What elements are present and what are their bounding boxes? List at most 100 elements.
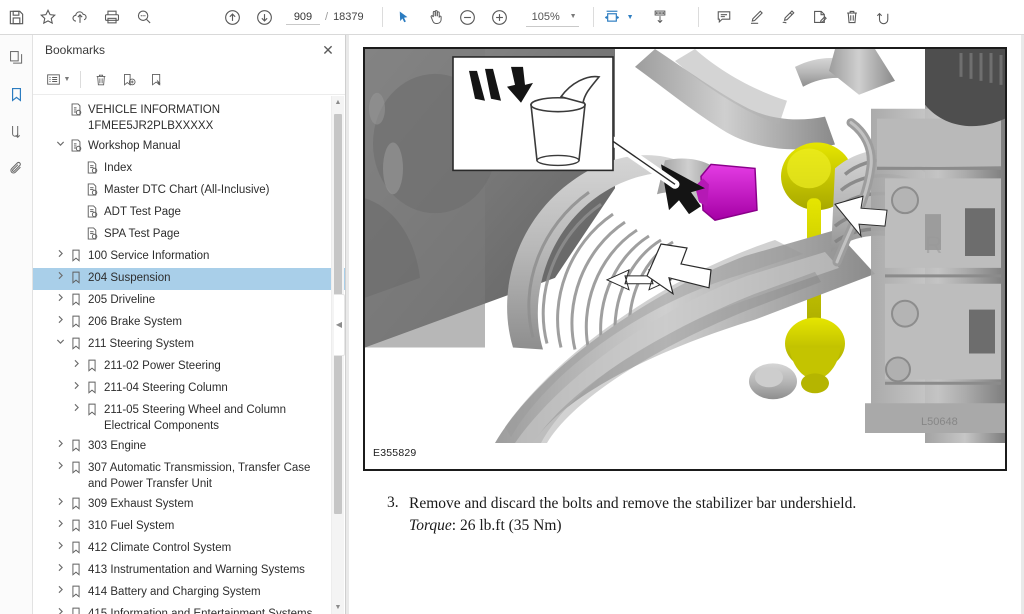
chevron-right-icon[interactable]	[53, 540, 67, 550]
edit-bookmark-button[interactable]	[144, 68, 170, 92]
bookmark-label: 309 Exhaust System	[88, 498, 194, 510]
scroll-mode-icon[interactable]	[644, 2, 676, 32]
chevron-right-icon[interactable]	[53, 438, 67, 448]
bookmark-item[interactable]: 211-04 Steering Column	[33, 378, 345, 400]
fit-page-icon[interactable]	[599, 2, 625, 32]
bookmark-label: 412 Climate Control System	[88, 542, 232, 554]
chevron-down-icon[interactable]	[53, 138, 67, 148]
page-number-input[interactable]	[286, 9, 320, 25]
toolbar-divider-2	[592, 7, 594, 27]
save-icon[interactable]	[0, 2, 32, 32]
fit-page-chevron-icon[interactable]: ▼	[627, 14, 634, 21]
bookmark-item[interactable]: ADT Test Page	[33, 202, 345, 224]
sidebar-signature[interactable]	[3, 118, 29, 144]
cloud-upload-icon[interactable]	[64, 2, 96, 32]
document-viewer[interactable]: L50648 R E355829 3. Remove and discard t…	[346, 35, 1024, 614]
zoom-out-icon[interactable]	[452, 2, 484, 32]
link-bookmark-icon	[83, 204, 101, 218]
bookmark-item[interactable]: 414 Battery and Charging System	[33, 582, 345, 604]
chevron-right-icon[interactable]	[53, 314, 67, 324]
bookmark-icon	[67, 562, 85, 576]
bookmark-item[interactable]: 307 Automatic Transmission, Transfer Cas…	[33, 458, 345, 494]
undo-icon[interactable]	[868, 2, 900, 32]
toolbar-divider-3	[697, 7, 699, 27]
highlight-icon[interactable]	[740, 2, 772, 32]
chevron-right-icon[interactable]	[53, 606, 67, 614]
bookmark-item[interactable]: VEHICLE INFORMATION 1FMEE5JR2PLBXXXXX	[33, 100, 345, 136]
collapse-panel-button[interactable]: ◀	[334, 293, 345, 356]
bookmarks-tree[interactable]: VEHICLE INFORMATION 1FMEE5JR2PLBXXXXX Wor…	[33, 95, 345, 614]
chevron-right-icon[interactable]	[53, 518, 67, 528]
chevron-right-icon[interactable]	[53, 460, 67, 470]
bookmark-item[interactable]: 100 Service Information	[33, 246, 345, 268]
bookmarks-panel: Bookmarks ✕ ▼ VEHICLE INFORMATION 1FMEE5…	[33, 35, 346, 614]
bookmark-item[interactable]: 211 Steering System	[33, 334, 345, 356]
previous-page-icon[interactable]	[216, 2, 248, 32]
bookmark-item[interactable]: 415 Information and Entertainment System…	[33, 604, 345, 614]
workspace: Bookmarks ✕ ▼ VEHICLE INFORMATION 1FMEE5…	[0, 35, 1024, 614]
sidebar-attachments[interactable]	[3, 155, 29, 181]
bookmark-label: SPA Test Page	[104, 228, 180, 240]
zoom-in-icon[interactable]	[484, 2, 516, 32]
bookmark-label: 204 Suspension	[88, 272, 171, 284]
chevron-right-icon[interactable]	[53, 562, 67, 572]
bookmark-item[interactable]: 310 Fuel System	[33, 516, 345, 538]
view-tools-group	[388, 2, 516, 32]
favorite-star-icon[interactable]	[32, 2, 64, 32]
zoom-level-select[interactable]: 105% ▼	[525, 7, 579, 27]
bookmark-label: Master DTC Chart (All-Inclusive)	[104, 184, 270, 196]
bookmark-item[interactable]: Master DTC Chart (All-Inclusive)	[33, 180, 345, 202]
hand-tool-icon[interactable]	[420, 2, 452, 32]
chevron-right-icon[interactable]	[53, 496, 67, 506]
panel-splitter[interactable]: ◀	[333, 35, 346, 614]
chevron-right-icon[interactable]	[69, 402, 83, 412]
chevron-down-icon[interactable]	[53, 336, 67, 346]
pdf-reader-window: / 18379	[0, 0, 1024, 614]
bookmark-label: 211 Steering System	[88, 338, 194, 350]
sidebar-rail	[0, 35, 33, 614]
next-page-icon[interactable]	[248, 2, 280, 32]
bookmark-item[interactable]: 413 Instrumentation and Warning Systems	[33, 560, 345, 582]
bookmark-icon	[67, 518, 85, 532]
bookmark-item[interactable]: 211-05 Steering Wheel and Column Electri…	[33, 400, 345, 436]
bookmark-item[interactable]: 205 Driveline	[33, 290, 345, 312]
page-separator: /	[325, 11, 329, 23]
delete-bookmark-button[interactable]	[88, 68, 114, 92]
sidebar-thumbnails[interactable]	[3, 44, 29, 70]
bookmark-item[interactable]: Index	[33, 158, 345, 180]
chevron-right-icon[interactable]	[69, 380, 83, 390]
bookmark-icon	[83, 358, 101, 372]
select-tool-icon[interactable]	[388, 2, 420, 32]
chevron-right-icon[interactable]	[53, 270, 67, 280]
chevron-right-icon[interactable]	[69, 358, 83, 368]
bookmark-item[interactable]: 412 Climate Control System	[33, 538, 345, 560]
delete-annotation-icon[interactable]	[836, 2, 868, 32]
link-bookmark-icon	[83, 182, 101, 196]
bookmark-options-menu[interactable]: ▼	[43, 68, 73, 92]
bookmark-item[interactable]: 211-02 Power Steering	[33, 356, 345, 378]
bookmark-item[interactable]: SPA Test Page	[33, 224, 345, 246]
procedure-steps: 3. Remove and discard the bolts and remo…	[363, 471, 1007, 537]
add-comment-icon[interactable]	[708, 2, 740, 32]
search-icon[interactable]	[128, 2, 160, 32]
bookmarks-toolbar: ▼	[33, 65, 345, 95]
main-toolbar: / 18379	[0, 0, 1024, 35]
chevron-right-icon[interactable]	[53, 584, 67, 594]
chevron-right-icon[interactable]	[53, 248, 67, 258]
draw-icon[interactable]	[772, 2, 804, 32]
bookmark-item[interactable]: Workshop Manual	[33, 136, 345, 158]
chevron-right-icon[interactable]	[53, 292, 67, 302]
bookmarks-toolbar-divider	[80, 71, 81, 88]
print-icon[interactable]	[96, 2, 128, 32]
bookmark-item[interactable]: 303 Engine	[33, 436, 345, 458]
new-bookmark-button[interactable]	[116, 68, 142, 92]
bookmark-label: VEHICLE INFORMATION 1FMEE5JR2PLBXXXXX	[88, 104, 221, 132]
bookmark-item[interactable]: 204 Suspension	[33, 268, 345, 290]
add-stamp-icon[interactable]	[804, 2, 836, 32]
bookmark-item[interactable]: 309 Exhaust System	[33, 494, 345, 516]
bookmark-item[interactable]: 206 Brake System	[33, 312, 345, 334]
zoom-level-value: 105%	[531, 10, 560, 23]
sidebar-bookmarks[interactable]	[3, 81, 29, 107]
